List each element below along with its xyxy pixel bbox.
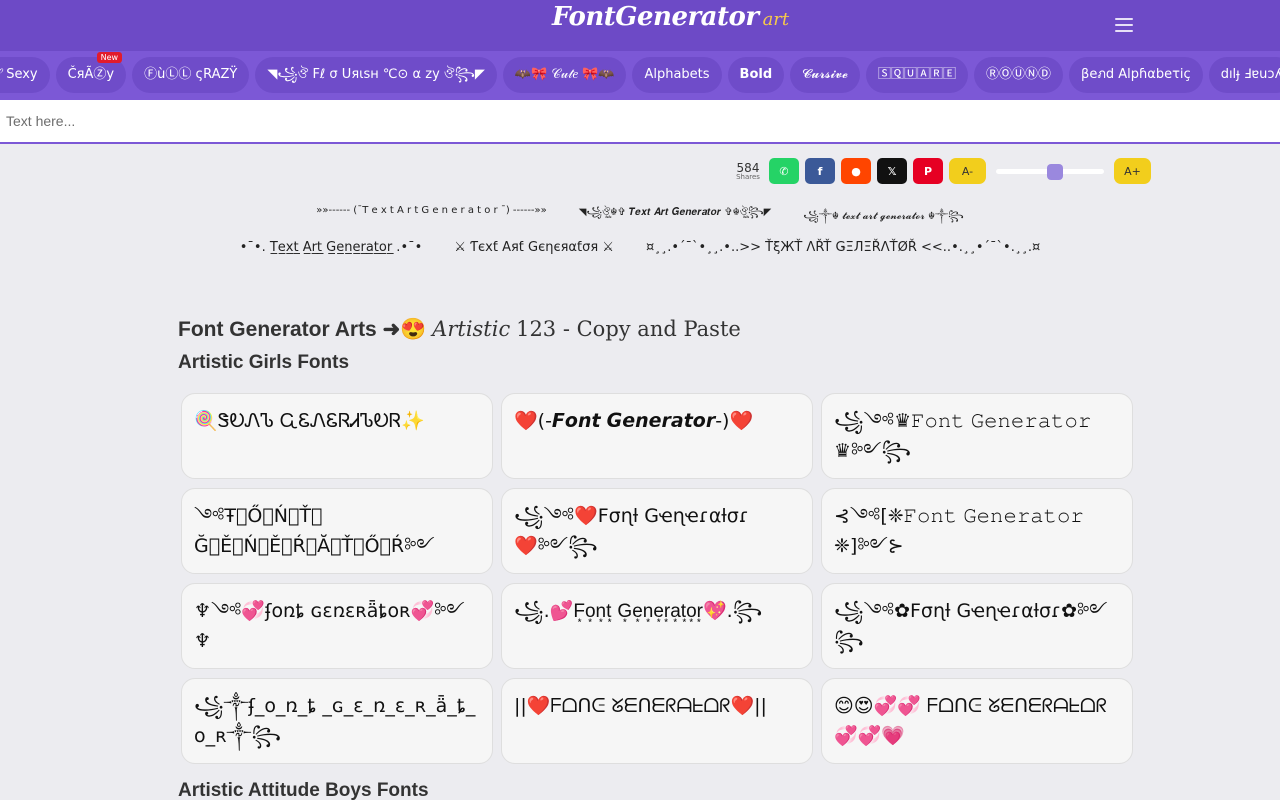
font-card[interactable]: ꧁༺✿Fσɳƚ Gҽɳҽɾαƚσɾ✿༻꧂: [821, 583, 1133, 669]
nav-item-10[interactable]: βeภd Alpɦαbeτiç: [1069, 57, 1203, 93]
site-logo[interactable]: FontGenerator art: [552, 2, 789, 46]
section-title-girls: Artistic Girls Fonts: [178, 352, 350, 373]
font-card[interactable]: ❤️(-𝙁𝙤𝙣𝙩 𝙂𝙚𝙣𝙚𝙧𝙖𝙩𝙤𝙧-)❤️: [501, 393, 813, 479]
preview-link[interactable]: ¤¸¸.•´¯`•¸¸.•..>> ŤξЖŤ ΛŘŤ ǤΞЛΞŘΛŤØŘ <<.…: [646, 240, 1040, 255]
new-badge: New: [96, 52, 123, 63]
font-card[interactable]: ༺Ŧ⃟Ő⃟Ń⃟Ť⃟ Ğ⃟Ě⃟Ń⃟Ě⃟Ŕ⃟Ă⃟Ť⃟Ő⃟Ŕ༻: [181, 488, 493, 574]
nav-item-1[interactable]: ČяÃⓏу New: [55, 52, 127, 93]
whatsapp-share-button[interactable]: ✆: [769, 158, 799, 184]
nav-item-8[interactable]: 🅂🅀🅄🄰🅁🄴: [866, 57, 969, 93]
font-cards-grid: 🍭ᏕᎧᏁᏖ ᏩᏋᏁᏋᏒᏗᏖᎧᏒ✨ ❤️(-𝙁𝙤𝙣𝙩 𝙂𝙚𝙣𝙚𝙧𝙖𝙩𝙤𝙧-)❤️ ꧁༺…: [181, 393, 1133, 764]
share-count-label: Shares: [736, 172, 760, 181]
hamburger-menu-icon[interactable]: [1110, 14, 1138, 38]
nav-item-3[interactable]: ◥꧁ঔ Fℓ σ Uяιѕн ℃⊙ α zу ঔ꧂◤: [255, 57, 497, 93]
font-card[interactable]: 🍭ᏕᎧᏁᏖ ᏩᏋᏁᏋᏒᏗᏖᎧᏒ✨: [181, 393, 493, 479]
nav-item-5[interactable]: Alphabets: [632, 57, 722, 93]
font-card[interactable]: ꧁༺❤️Fσɳƚ Gҽɳҽɾαƚσɾ❤️༻꧂: [501, 488, 813, 574]
pinterest-icon: P: [923, 164, 933, 178]
nav-item-7[interactable]: 𝓒𝓾𝓻𝓼𝓲𝓿𝓮: [790, 57, 860, 93]
slider-thumb[interactable]: [1046, 164, 1063, 180]
preview-link[interactable]: ꧁༒☬ 𝓽𝓮𝔁𝓽 𝓪𝓻𝓽 𝓰𝓮𝓷𝓮𝓻𝓪𝓽𝓸𝓻 ☬༒꧂: [803, 205, 963, 233]
nav-item-11[interactable]: dılɟ Ⅎɐuɔʎ: [1208, 57, 1280, 93]
reddit-icon: ●: [851, 164, 861, 178]
font-card[interactable]: ♆༺💞ʄօռȶ ɢɛռɛʀǟȶօʀ💞༻♆: [181, 583, 493, 669]
nav-item-label: 𝓒𝓾𝓻𝓼𝓲𝓿𝓮: [802, 67, 848, 82]
nav-item-9[interactable]: ⓇⓄⓊⓃⒹ: [974, 57, 1064, 93]
x-icon: 𝕏: [887, 164, 897, 178]
reddit-share-button[interactable]: ●: [841, 158, 871, 184]
page-title-prefix: Font Generator Arts ➜😍: [178, 318, 427, 341]
preview-link[interactable]: ◥꧁ঔৣ☬✞ 𝑻𝒆𝒙𝒕 𝑨𝒓𝒕 𝑮𝒆𝒏𝒆𝒓𝒂𝒕𝒐𝒓 ✞☬ঔৣ꧂◤: [579, 205, 771, 233]
nav-item-label: ⓇⓄⓊⓃⒹ: [986, 67, 1052, 82]
nav-item-0[interactable]: 𝒮 Sexy: [0, 57, 50, 93]
whatsapp-icon: ✆: [779, 164, 789, 178]
nav-item-label: ⒻùⓁⓁ ςRAZŸ: [144, 67, 238, 82]
share-count: 584 Shares: [733, 162, 763, 181]
nav-item-label: Alphabets: [644, 67, 710, 82]
nav-item-label: 🅂🅀🅄🄰🅁🄴: [878, 67, 957, 82]
facebook-share-button[interactable]: f: [805, 158, 835, 184]
font-style-nav-row: 𝒮 Sexy ČяÃⓏу New ⒻùⓁⓁ ςRAZŸ ◥꧁ঔ Fℓ σ Uяιѕн ℃…: [0, 52, 1280, 93]
font-size-decrease-button[interactable]: A-: [949, 158, 986, 184]
font-card[interactable]: 😊😍💞💞 ᖴᗝᑎᕮ ᘜᗴᑎᗴᖇᗩᖶᗝᖇ 💞💞💗: [821, 678, 1133, 764]
preview-links-row-2: •¯•. T̲e̲x̲t̲ A̲r̲t̲ G̲e̲n̲e̲r̲a̲t̲o̲r̲ …: [0, 240, 1280, 255]
nav-item-label: Bold: [739, 67, 773, 82]
nav-item-label: 𝒮 Sexy: [0, 67, 38, 82]
font-card[interactable]: ꧁.💕F͙o͙n͙t͙ G͙e͙n͙e͙r͙a͙t͙o͙r͙💖.꧂: [501, 583, 813, 669]
font-size-slider[interactable]: [996, 158, 1104, 184]
x-share-button[interactable]: 𝕏: [877, 158, 907, 184]
facebook-icon: f: [817, 164, 823, 178]
section-title-boys: Artistic Attitude Boys Fonts: [178, 780, 429, 800]
preview-link[interactable]: ⚔ Ƭєxƭ Aяƭ Gєηєяαƭσя ⚔: [454, 240, 614, 255]
page-title-art: Artistic: [432, 317, 511, 341]
logo-main-text: FontGenerator: [552, 2, 759, 32]
preview-link[interactable]: •¯•. T̲e̲x̲t̲ A̲r̲t̲ G̲e̲n̲e̲r̲a̲t̲o̲r̲ …: [240, 240, 423, 255]
nav-item-label: ◥꧁ঔ Fℓ σ Uяιѕн ℃⊙ α zу ঔ꧂◤: [267, 67, 485, 82]
logo-sub-text: art: [762, 9, 790, 30]
nav-item-label: dılɟ Ⅎɐuɔʎ: [1220, 67, 1280, 82]
font-card[interactable]: ꧁༺♛𝙵𝚘𝚗𝚝 𝙶𝚎𝚗𝚎𝚛𝚊𝚝𝚘𝚛♛༻꧂: [821, 393, 1133, 479]
pinterest-share-button[interactable]: P: [913, 158, 943, 184]
share-toolbar: 584 Shares ✆ f ● 𝕏 P A- A+: [733, 157, 1151, 185]
top-header: FontGenerator art: [0, 0, 1280, 51]
font-card[interactable]: ||❤️ᖴᗝᑎᕮ ᘜᗴᑎᗴᖇᗩᖶᗝᖇ❤️||: [501, 678, 813, 764]
search-bar: [0, 100, 1280, 144]
text-input[interactable]: [0, 100, 1280, 142]
page-title: Font Generator Arts ➜😍 Artistic 123 - Co…: [178, 317, 741, 342]
preview-link[interactable]: »»------ (¯T e x t A r t G e n e r a t o…: [316, 205, 547, 233]
nav-item-label: βeภd Alpɦαbeτiç: [1081, 67, 1191, 82]
font-card[interactable]: ⊰༺[❈𝙵𝚘𝚗𝚝 𝙶𝚎𝚗𝚎𝚛𝚊𝚝𝚘𝚛❈]༻⊱: [821, 488, 1133, 574]
nav-item-label: ČяÃⓏу: [67, 67, 115, 82]
nav-item-2[interactable]: ⒻùⓁⓁ ςRAZŸ: [132, 57, 250, 93]
font-size-increase-button[interactable]: A+: [1114, 158, 1151, 184]
nav-item-label: 🦇🎀 𝒞𝓊𝓉𝑒 🎀🦇: [514, 67, 615, 82]
nav-item-4[interactable]: 🦇🎀 𝒞𝓊𝓉𝑒 🎀🦇: [502, 57, 627, 93]
page-title-suffix: 123 - Copy and Paste: [516, 317, 741, 341]
font-style-nav: 𝒮 Sexy ČяÃⓏу New ⒻùⓁⓁ ςRAZŸ ◥꧁ঔ Fℓ σ Uяιѕн ℃…: [0, 51, 1280, 100]
font-card[interactable]: ꧁༒ʄ_օ_ռ_ȶ _ɢ_ɛ_ռ_ɛ_ʀ_ǟ_ȶ_օ_ʀ༒꧂: [181, 678, 493, 764]
preview-links-row-1: »»------ (¯T e x t A r t G e n e r a t o…: [0, 205, 1280, 233]
nav-item-6[interactable]: Bold: [727, 57, 785, 93]
share-count-number: 584: [736, 160, 760, 175]
